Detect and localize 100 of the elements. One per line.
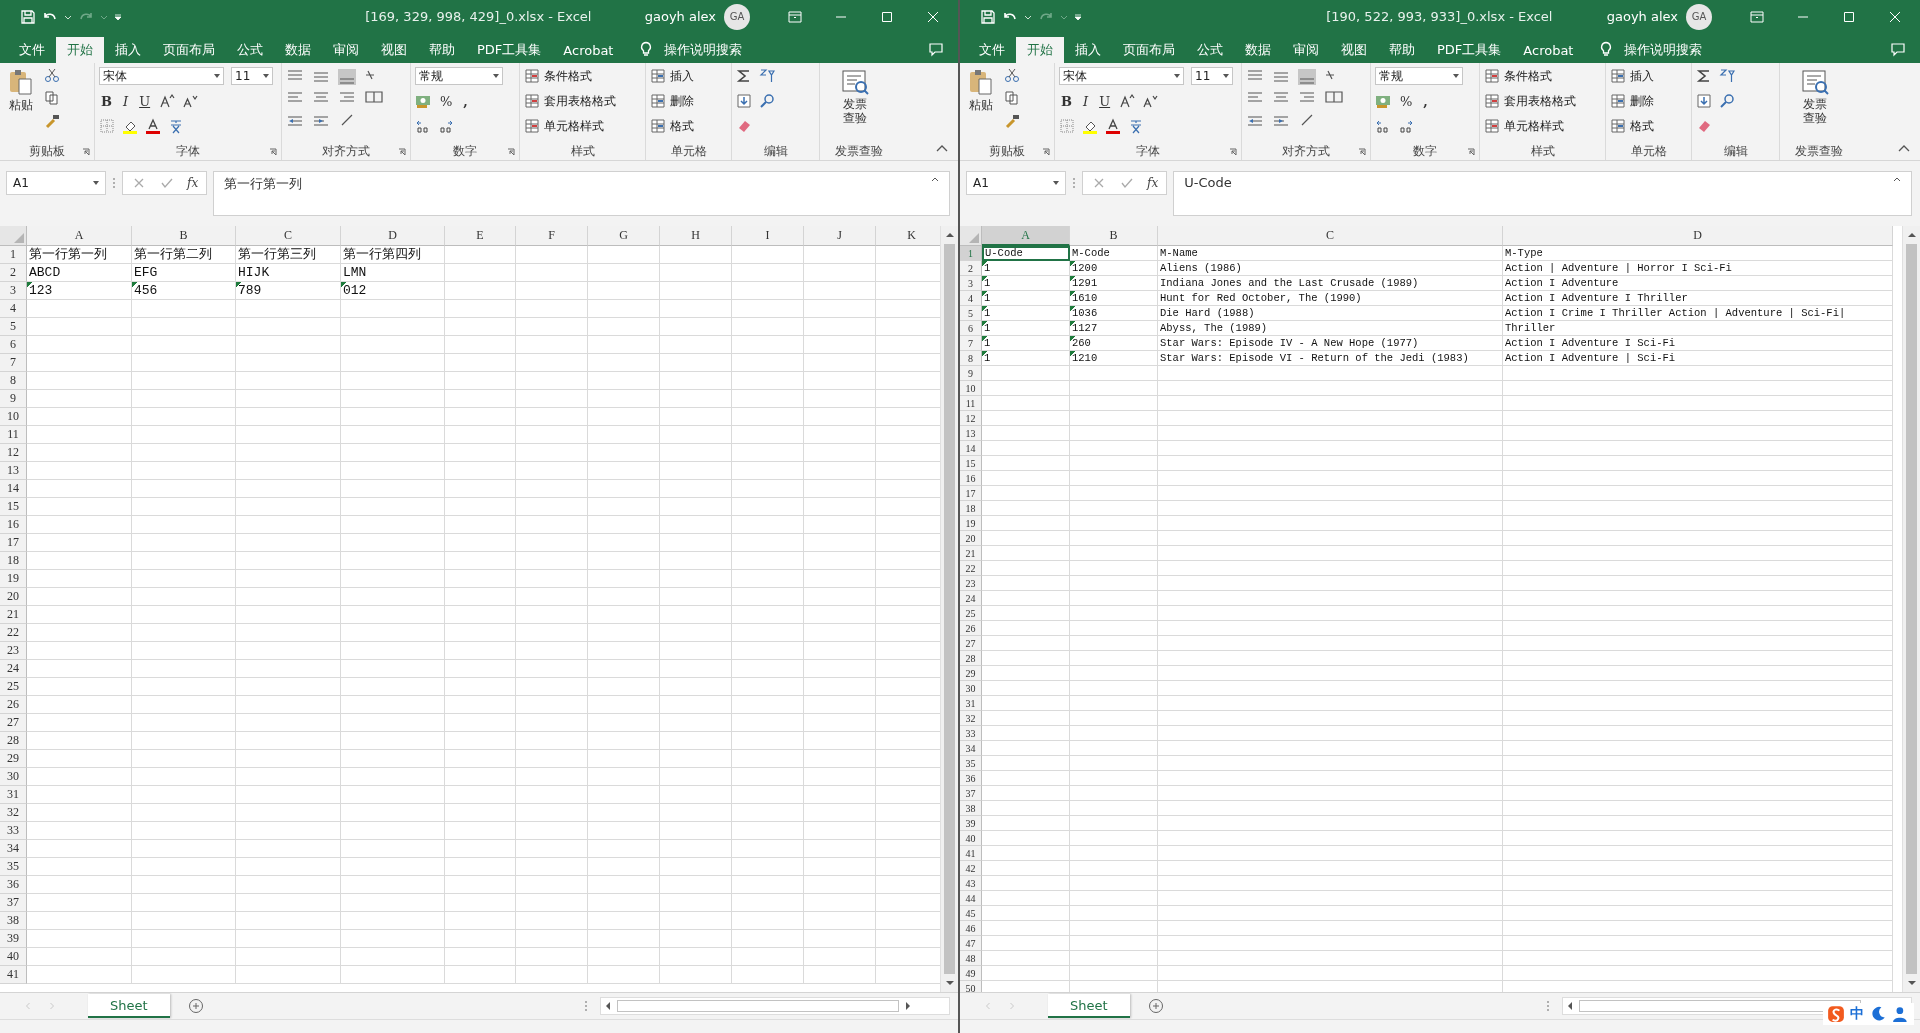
row-header[interactable]: 22: [0, 624, 27, 642]
font-color-icon[interactable]: [145, 118, 161, 134]
column-header[interactable]: J: [804, 226, 876, 246]
phonetic-icon[interactable]: [168, 118, 184, 134]
ribbon-command[interactable]: 删除: [650, 92, 694, 110]
row-header[interactable]: 18: [960, 501, 982, 516]
insert-function-button[interactable]: fx: [187, 176, 199, 190]
row-header[interactable]: 20: [0, 588, 27, 606]
eraser-icon[interactable]: [1696, 118, 1712, 134]
row-header[interactable]: 32: [0, 804, 27, 822]
row-header[interactable]: 8: [960, 351, 982, 366]
number-format-dropdown[interactable]: 常规: [1375, 67, 1463, 85]
ribbon-command[interactable]: 格式: [650, 117, 694, 135]
formula-field[interactable]: 第一行第一列: [213, 171, 950, 216]
column-header[interactable]: G: [588, 226, 660, 246]
row-header[interactable]: 24: [0, 660, 27, 678]
grow-font-icon[interactable]: [159, 93, 176, 109]
customize-icon[interactable]: [1074, 12, 1082, 21]
row-header[interactable]: 16: [960, 471, 982, 486]
row-header[interactable]: 12: [0, 444, 27, 462]
row-header[interactable]: 30: [960, 681, 982, 696]
row-header[interactable]: 49: [960, 966, 982, 981]
search-icon[interactable]: [759, 93, 775, 109]
row-header[interactable]: 33: [960, 726, 982, 741]
row-header[interactable]: 3: [960, 276, 982, 291]
row-header[interactable]: 34: [960, 741, 982, 756]
invoice-check-button[interactable]: 发票查验: [824, 67, 886, 126]
font-name-dropdown[interactable]: 宋体: [1059, 67, 1184, 85]
ribbon-tab[interactable]: 文件: [968, 37, 1016, 63]
save-icon[interactable]: [980, 8, 996, 25]
row-header[interactable]: 44: [960, 891, 982, 906]
currency-icon[interactable]: [1375, 93, 1391, 109]
user-name[interactable]: gaoyh alex: [1606, 9, 1678, 24]
invoice-check-button[interactable]: 发票查验: [1784, 67, 1846, 126]
currency-icon[interactable]: [415, 93, 431, 109]
autosum-icon[interactable]: [1696, 68, 1712, 84]
eraser-icon[interactable]: [736, 118, 752, 134]
row-header[interactable]: 41: [960, 846, 982, 861]
ribbon-tab[interactable]: 公式: [226, 37, 274, 63]
ribbon-tab[interactable]: Acrobat: [552, 37, 625, 63]
underline-button[interactable]: U: [1097, 93, 1113, 109]
italic-button[interactable]: I: [1081, 93, 1091, 109]
row-header[interactable]: 1: [960, 246, 982, 261]
insert-function-button[interactable]: fx: [1147, 176, 1159, 190]
row-header[interactable]: 9: [0, 390, 27, 408]
sort-icon[interactable]: [759, 68, 775, 84]
scrollbar-thumb[interactable]: [1906, 244, 1917, 974]
ribbon-tab[interactable]: 插入: [104, 37, 152, 63]
column-header[interactable]: D: [1503, 226, 1893, 246]
tell-me-search[interactable]: 操作说明搜索: [1618, 37, 1709, 63]
row-header[interactable]: 43: [960, 876, 982, 891]
format-painter-icon[interactable]: [1004, 113, 1020, 129]
font-size-dropdown[interactable]: 11: [1191, 67, 1233, 85]
row-header[interactable]: 4: [960, 291, 982, 306]
font-name-dropdown[interactable]: 宋体: [99, 67, 224, 85]
row-header[interactable]: 4: [0, 300, 27, 318]
row-header[interactable]: 26: [960, 621, 982, 636]
row-header[interactable]: 25: [960, 606, 982, 621]
decrease-decimal-icon[interactable]: [438, 118, 454, 134]
comma-button[interactable]: ,: [461, 93, 470, 109]
ribbon-command[interactable]: 单元格样式: [1484, 117, 1576, 135]
ribbon-command[interactable]: 套用表格格式: [524, 92, 616, 110]
bold-button[interactable]: B: [1059, 93, 1074, 109]
ribbon-tab[interactable]: 文件: [8, 37, 56, 63]
add-sheet-icon[interactable]: [187, 998, 204, 1014]
row-header[interactable]: 23: [0, 642, 27, 660]
column-header[interactable]: I: [732, 226, 804, 246]
row-header[interactable]: 35: [0, 858, 27, 876]
row-header[interactable]: 11: [960, 396, 982, 411]
row-header[interactable]: 2: [960, 261, 982, 276]
column-header[interactable]: A: [982, 226, 1070, 246]
scrollbar-thumb[interactable]: [617, 1000, 899, 1012]
row-header[interactable]: 11: [0, 426, 27, 444]
format-painter-icon[interactable]: [44, 113, 60, 129]
dialog-launcher-icon[interactable]: [1358, 148, 1366, 156]
increase-decimal-icon[interactable]: [415, 118, 431, 134]
row-header[interactable]: 40: [0, 948, 27, 966]
row-header[interactable]: 37: [0, 894, 27, 912]
tell-me-search[interactable]: 操作说明搜索: [658, 37, 749, 63]
shrink-font-icon[interactable]: [182, 93, 199, 109]
row-header[interactable]: 28: [960, 651, 982, 666]
bold-button[interactable]: B: [99, 93, 114, 109]
grow-font-icon[interactable]: [1119, 93, 1136, 109]
row-header[interactable]: 40: [960, 831, 982, 846]
row-header[interactable]: 46: [960, 921, 982, 936]
row-header[interactable]: 7: [0, 354, 27, 372]
row-header[interactable]: 42: [960, 861, 982, 876]
ribbon-options-icon[interactable]: [787, 8, 803, 25]
row-header[interactable]: 45: [960, 906, 982, 921]
row-header[interactable]: 39: [0, 930, 27, 948]
row-header[interactable]: 6: [960, 321, 982, 336]
decrease-decimal-icon[interactable]: [1398, 118, 1414, 134]
row-header[interactable]: 21: [960, 546, 982, 561]
row-header[interactable]: 14: [0, 480, 27, 498]
row-header[interactable]: 6: [0, 336, 27, 354]
row-header[interactable]: 16: [0, 516, 27, 534]
column-header[interactable]: E: [445, 226, 516, 246]
row-header[interactable]: 47: [960, 936, 982, 951]
ribbon-command[interactable]: 条件格式: [1484, 67, 1576, 85]
row-header[interactable]: 33: [0, 822, 27, 840]
